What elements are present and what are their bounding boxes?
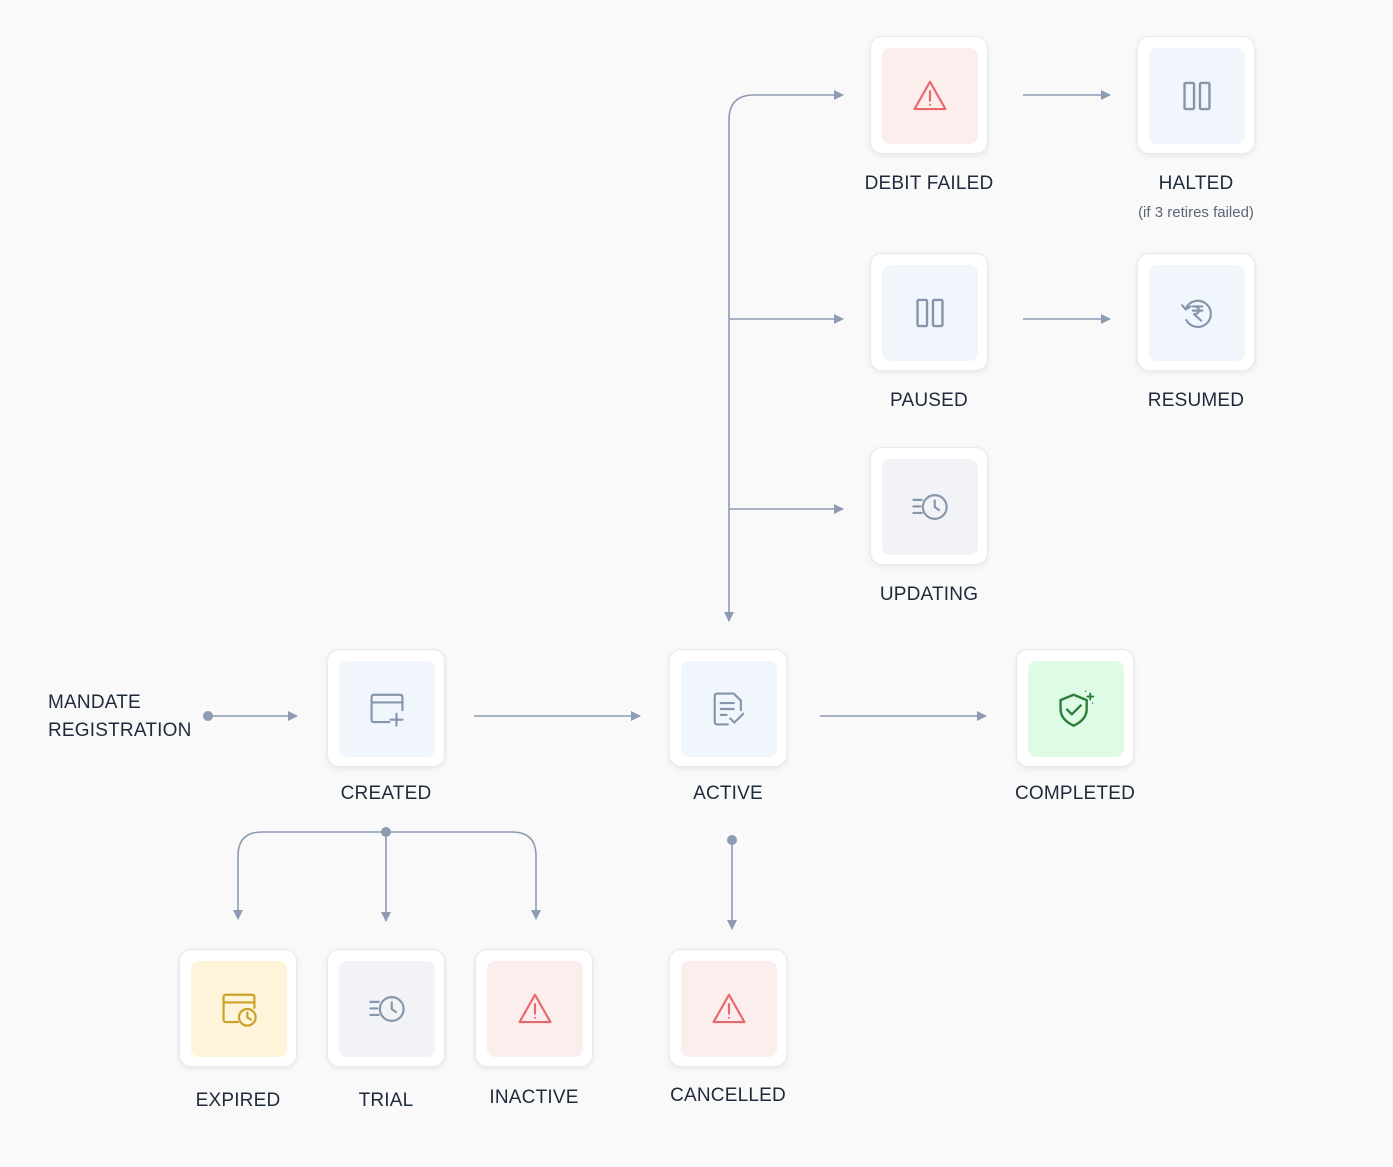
active-cancel-dot — [727, 835, 737, 845]
warning-icon — [518, 993, 552, 1024]
paused-tile — [882, 265, 978, 361]
state-completed[interactable] — [1016, 649, 1134, 767]
resumed-label: RESUMED — [1147, 390, 1245, 411]
trial-label: TRIAL — [358, 1090, 414, 1111]
start-label-line2: REGISTRATION — [48, 720, 192, 741]
pause-icon — [1183, 81, 1211, 111]
completed-tile — [1028, 661, 1124, 757]
state-cancelled[interactable] — [669, 949, 787, 1067]
inactive-label: INACTIVE — [489, 1087, 579, 1108]
halted-label: HALTED — [1158, 173, 1234, 194]
state-created[interactable] — [327, 649, 445, 767]
completed-label: COMPLETED — [1014, 783, 1136, 804]
subscription-state-diagram: MANDATE REGISTRATION DEBIT FAILED HALTED… — [0, 0, 1393, 1167]
expired-label: EXPIRED — [195, 1090, 281, 1111]
state-expired[interactable] — [179, 949, 297, 1067]
state-resumed[interactable] — [1137, 253, 1255, 371]
inactive-tile — [487, 961, 583, 1057]
connector-trunk-debit-failed — [728, 90, 844, 121]
halted-tile — [1149, 48, 1245, 144]
card-clock-icon — [222, 993, 257, 1027]
card-add-icon — [370, 693, 404, 727]
updating-label: UPDATING — [879, 584, 979, 605]
pause-icon — [916, 298, 944, 328]
state-debit-failed[interactable] — [870, 36, 988, 154]
mandate-registration-label: MANDATE REGISTRATION — [48, 689, 192, 745]
created-label: CREATED — [340, 783, 432, 804]
state-halted[interactable] — [1137, 36, 1255, 154]
resumed-tile — [1149, 265, 1245, 361]
rupee-refresh-icon — [1181, 299, 1212, 328]
expired-tile — [191, 961, 287, 1057]
state-paused[interactable] — [870, 253, 988, 371]
trial-tile — [339, 961, 435, 1057]
state-active[interactable] — [669, 649, 787, 767]
active-label: ACTIVE — [693, 783, 763, 804]
state-inactive[interactable] — [475, 949, 593, 1067]
shield-check-icon — [1059, 690, 1095, 727]
created-branch-dot — [381, 827, 391, 837]
paused-label: PAUSED — [890, 390, 968, 411]
state-trial[interactable] — [327, 949, 445, 1067]
state-updating[interactable] — [870, 447, 988, 565]
warning-icon — [712, 993, 746, 1024]
connector-created-inactive — [386, 831, 541, 920]
debit-failed-label: DEBIT FAILED — [864, 173, 994, 194]
start-label-line1: MANDATE — [48, 692, 141, 713]
debit-failed-tile — [882, 48, 978, 144]
cancelled-tile — [681, 961, 777, 1057]
cancelled-label: CANCELLED — [670, 1085, 786, 1106]
created-tile — [339, 661, 435, 757]
warning-icon — [913, 80, 947, 111]
active-tile — [681, 661, 777, 757]
document-check-icon — [713, 692, 745, 726]
updating-tile — [882, 459, 978, 555]
connector-created-expired — [233, 831, 386, 920]
start-dot — [203, 711, 213, 721]
halted-sublabel: (if 3 retires failed) — [1138, 204, 1254, 221]
timer-icon — [912, 494, 948, 520]
timer-icon — [369, 996, 405, 1022]
